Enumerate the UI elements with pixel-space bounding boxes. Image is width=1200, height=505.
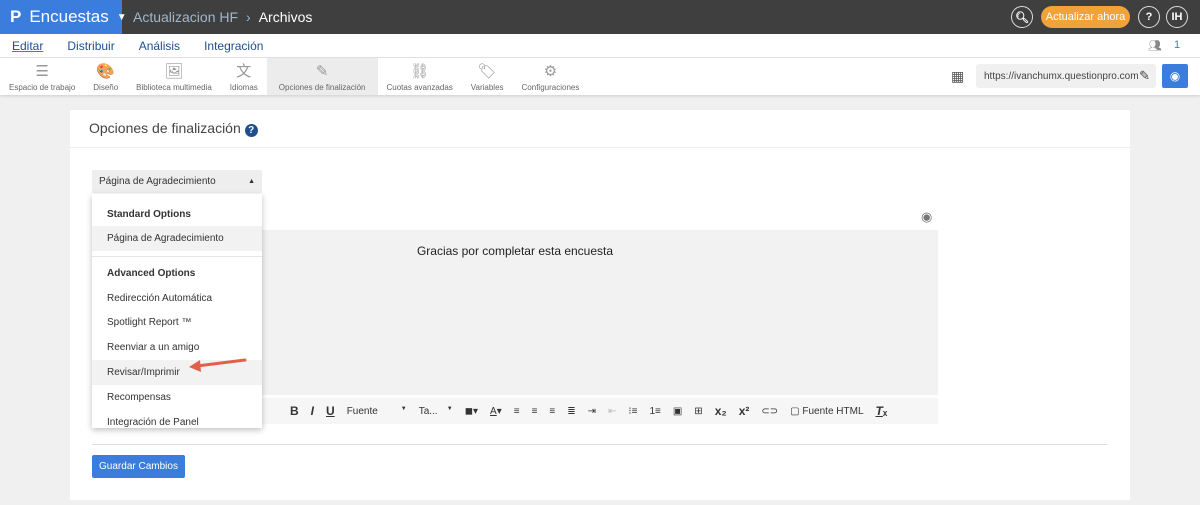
editor-content[interactable]: Gracias por completar esta encuesta	[262, 244, 768, 258]
font-select[interactable]: Fuente ▼	[347, 406, 407, 417]
menu-item[interactable]: Recompensas	[92, 385, 262, 410]
menu-item[interactable]: Redirección Automática	[92, 286, 262, 311]
editor-toolbar: BIU Fuente ▼ Ta... ▼ ◼▾ A▾ ≡ ≡ ≡ ≣ ⇥ ⇤ ⁝≡ 1≡ ▣ ⊞ …	[262, 398, 938, 424]
tool-workspace[interactable]: ☰ Espacio de trabajo	[0, 58, 84, 95]
tool-label: Idiomas	[229, 83, 258, 92]
menu-group-advanced: Advanced Options	[107, 268, 196, 280]
outdent-icon[interactable]: ⇤	[608, 406, 616, 417]
nav-editar[interactable]: Editar	[12, 39, 43, 53]
source-html-button[interactable]: ▢ Fuente HTML	[790, 406, 863, 417]
eye-icon: ◉	[1169, 69, 1181, 83]
list-icon: ☰	[35, 63, 49, 80]
select-value: Página de Agradecimiento	[99, 176, 216, 187]
nav-distribuir[interactable]: Distribuir	[67, 39, 114, 53]
underline-icon[interactable]: U	[326, 404, 335, 418]
tool-label: Cuotas avanzadas	[386, 83, 453, 92]
users-icon: 👥︎	[1148, 40, 1162, 52]
bullet-list-icon[interactable]: ⁝≡	[628, 406, 637, 417]
breadcrumb-folder: Archivos	[258, 9, 313, 25]
avatar[interactable]: IH	[1166, 6, 1188, 28]
breadcrumb: Actualizacion HF › Archivos	[133, 0, 312, 34]
align-left-icon[interactable]: ≡	[514, 406, 520, 417]
tag-icon: 🏷	[477, 63, 497, 80]
clear-format-icon[interactable]: Tₓ	[876, 404, 888, 418]
translate-icon: 文	[236, 63, 252, 80]
tool-label: Biblioteca multimedia	[136, 83, 212, 92]
subscript-icon[interactable]: x₂	[715, 404, 727, 418]
tool-quotas[interactable]: ⛓ Cuotas avanzadas	[378, 58, 462, 95]
tool-settings[interactable]: ⚙ Configuraciones	[513, 58, 589, 95]
link-icon[interactable]: ⊂⊃	[761, 406, 778, 417]
divider	[92, 444, 1107, 445]
justify-icon[interactable]: ≣	[567, 406, 575, 417]
image-icon: 🖼	[164, 63, 184, 80]
tool-label: Configuraciones	[521, 83, 580, 92]
breadcrumb-project[interactable]: Actualizacion HF	[133, 9, 238, 25]
help-icon[interactable]: ?	[1138, 6, 1160, 28]
brand-label: Encuestas	[29, 7, 109, 26]
eye-icon[interactable]: ◉	[921, 209, 932, 225]
tool-design[interactable]: 🎨 Diseño	[84, 58, 127, 95]
tool-variables[interactable]: 🏷 Variables	[462, 58, 513, 95]
caret-up-icon: ▲	[248, 178, 255, 185]
preview-button[interactable]: ◉	[1162, 64, 1188, 88]
size-select[interactable]: Ta... ▼	[419, 406, 453, 417]
italic-icon[interactable]: I	[311, 404, 314, 418]
chevron-right-icon: ›	[246, 9, 251, 25]
table-icon[interactable]: ⊞	[694, 406, 702, 417]
logo-icon: P	[10, 7, 22, 26]
menu-item[interactable]: Integración de Panel	[92, 410, 262, 435]
survey-url[interactable]: https://ivanchumx.questionpro.com ✎	[976, 64, 1156, 88]
nav-integracion[interactable]: Integración	[204, 39, 263, 53]
collaborators[interactable]: 👥︎ 1	[1148, 39, 1180, 52]
url-text: https://ivanchumx.questionpro.com	[984, 70, 1139, 82]
brand-menu[interactable]: P Encuestas ▼	[0, 0, 127, 34]
tool-label: Diseño	[93, 83, 119, 92]
tool-finish-options[interactable]: ✎ Opciones de finalización	[266, 58, 378, 95]
tool-label: Opciones de finalización	[278, 83, 366, 92]
numbered-list-icon[interactable]: 1≡	[649, 406, 660, 417]
save-changes-button[interactable]: Guardar Cambios	[92, 455, 185, 478]
users-count: 1	[1173, 39, 1181, 51]
finish-option-select[interactable]: Página de Agradecimiento ▲	[92, 170, 262, 193]
superscript-icon[interactable]: x²	[739, 404, 750, 418]
help-icon[interactable]: ?	[244, 124, 258, 137]
text-color-icon[interactable]: A▾	[490, 406, 502, 417]
tool-label: Espacio de trabajo	[9, 83, 76, 92]
search-icon[interactable]: 🔍︎	[1011, 6, 1033, 28]
bold-icon[interactable]: B	[290, 404, 299, 418]
update-now-button[interactable]: Actualizar ahora	[1041, 6, 1130, 28]
indent-icon[interactable]: ⇥	[588, 406, 596, 417]
link-icon: ⛓	[410, 63, 430, 80]
tool-languages[interactable]: 文 Idiomas	[221, 58, 267, 95]
menu-group-standard: Standard Options	[107, 208, 191, 220]
magic-wand-icon: ✎	[315, 63, 329, 80]
tool-label: Variables	[470, 83, 504, 92]
menu-item[interactable]: Spotlight Report ™	[92, 311, 262, 336]
menu-item[interactable]: Página de Agradecimiento	[92, 226, 262, 251]
bg-color-icon[interactable]: ◼▾	[465, 406, 478, 417]
main-nav: Editar Distribuir Análisis Integración	[0, 34, 1200, 58]
page-title: Opciones de finalización ?	[89, 120, 258, 137]
gear-icon: ⚙	[543, 63, 558, 80]
pencil-icon[interactable]: ✎	[1139, 68, 1150, 84]
finish-option-menu: Standard Options Página de Agradecimient…	[92, 194, 262, 428]
annotation-arrow	[189, 358, 247, 372]
align-right-icon[interactable]: ≡	[549, 406, 555, 417]
nav-analisis[interactable]: Análisis	[139, 39, 180, 53]
align-center-icon[interactable]: ≡	[532, 406, 538, 417]
image-icon[interactable]: ▣	[673, 406, 682, 417]
caret-down-icon: ▼	[116, 11, 127, 23]
tool-media[interactable]: 🖼 Biblioteca multimedia	[127, 58, 221, 95]
palette-icon: 🎨	[96, 63, 116, 80]
qr-code-icon[interactable]: ▦	[951, 68, 964, 85]
